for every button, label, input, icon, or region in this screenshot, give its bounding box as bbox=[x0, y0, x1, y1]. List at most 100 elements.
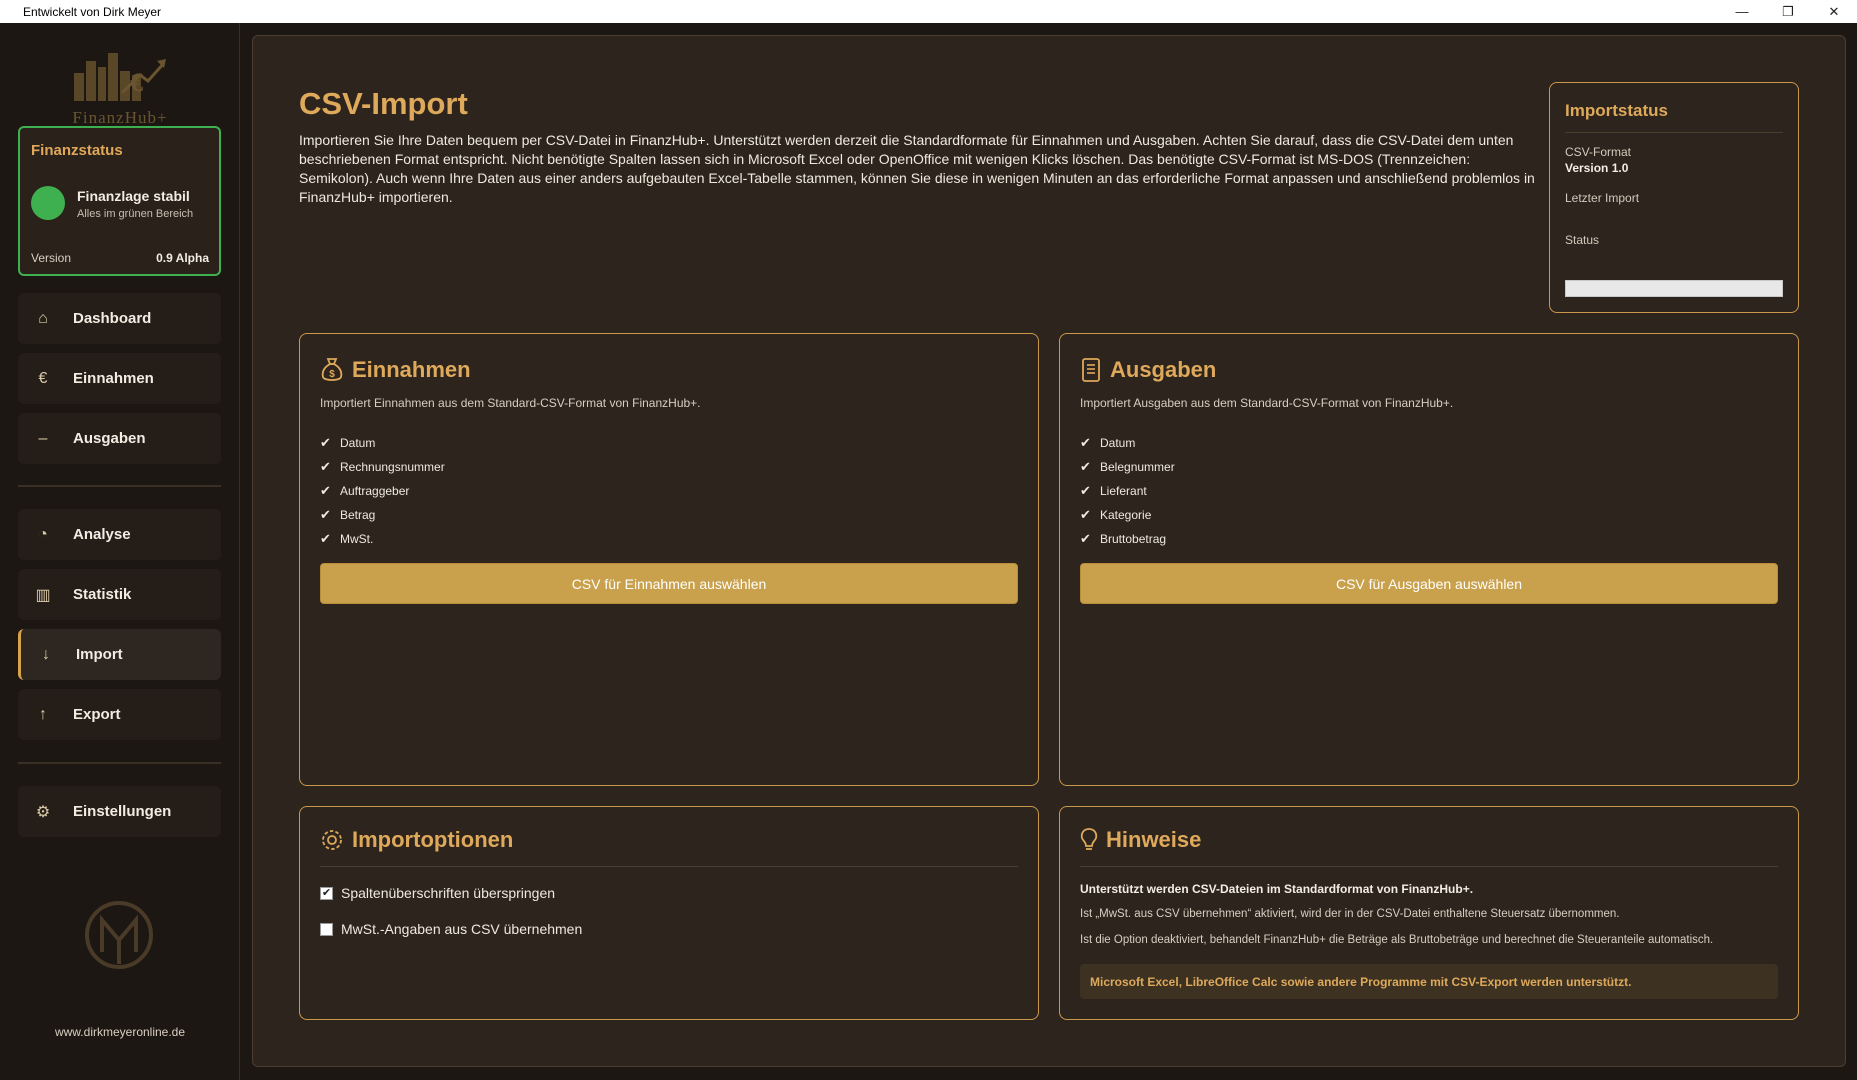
nav-einstellungen[interactable]: ⚙ Einstellungen bbox=[18, 786, 221, 837]
home-icon: ⌂ bbox=[38, 309, 48, 327]
check-icon: ✔ bbox=[320, 531, 331, 546]
version-value: 0.9 Alpha bbox=[156, 251, 209, 265]
hint-highlight: Microsoft Excel, LibreOffice Calc sowie … bbox=[1080, 964, 1778, 999]
nav-einnahmen[interactable]: € Einnahmen bbox=[18, 353, 221, 404]
list-item: ✔ Datum bbox=[320, 431, 445, 455]
einnahmen-card: $ Einnahmen Importiert Einnahmen aus dem… bbox=[299, 333, 1039, 786]
money-bag-icon: $ bbox=[321, 358, 343, 381]
list-item: ✔ Lieferant bbox=[1080, 479, 1175, 503]
field-label: Kategorie bbox=[1100, 508, 1152, 522]
list-item: ✔ Kategorie bbox=[1080, 503, 1175, 527]
list-item: ✔ Belegnummer bbox=[1080, 455, 1175, 479]
hint-line: Unterstützt werden CSV-Dateien im Standa… bbox=[1080, 882, 1474, 896]
intro-text: Importieren Sie Ihre Daten bequem per CS… bbox=[299, 132, 1535, 205]
finanzhub-logo: € FinanzHub+ bbox=[60, 45, 180, 130]
check-icon: ✔ bbox=[1080, 459, 1091, 474]
check-icon: ✔ bbox=[1080, 531, 1091, 546]
ausgaben-title: Ausgaben bbox=[1080, 357, 1216, 383]
hinweise-card: Hinweise Unterstützt werden CSV-Dateien … bbox=[1059, 806, 1799, 1020]
list-item: ✔ MwSt. bbox=[320, 527, 445, 551]
vat-from-csv-option[interactable]: MwSt.-Angaben aus CSV übernehmen bbox=[320, 921, 582, 937]
logo-graphic-icon: € bbox=[74, 53, 166, 101]
card-divider bbox=[1565, 132, 1783, 133]
check-icon: ✔ bbox=[320, 459, 331, 474]
ausgaben-title-text: Ausgaben bbox=[1110, 357, 1217, 382]
nav-divider bbox=[18, 485, 221, 487]
nav-label: Dashboard bbox=[73, 310, 152, 327]
field-label: Datum bbox=[340, 436, 376, 450]
check-icon: ✔ bbox=[1080, 435, 1091, 450]
importoptionen-title: Importoptionen bbox=[320, 827, 513, 853]
finanzstatus-sub: Alles im grünen Bereich bbox=[77, 208, 194, 220]
list-item: ✔ Auftraggeber bbox=[320, 479, 445, 503]
nav-export[interactable]: ↑ Export bbox=[18, 689, 221, 740]
finanzstatus-main: Finanzlage stabil bbox=[77, 188, 190, 204]
einnahmen-description: Importiert Einnahmen aus dem Standard-CS… bbox=[320, 396, 701, 410]
minus-icon: – bbox=[38, 429, 48, 447]
nav-analyse[interactable]: ◔ Analyse bbox=[18, 509, 221, 560]
importstatus-card: Importstatus CSV-Format Version 1.0 Letz… bbox=[1549, 82, 1799, 313]
list-item: ✔ Rechnungsnummer bbox=[320, 455, 445, 479]
hint-line: Ist „MwSt. aus CSV übernehmen“ aktiviert… bbox=[1080, 908, 1620, 920]
ausgaben-field-list: ✔ Datum ✔ Belegnummer ✔ Lieferant ✔ Kategori… bbox=[1080, 431, 1175, 551]
nav-label: Import bbox=[76, 646, 123, 663]
vat-from-csv-checkbox[interactable] bbox=[320, 922, 333, 936]
card-divider bbox=[320, 866, 1018, 867]
page-title: CSV-Import bbox=[299, 86, 468, 121]
check-icon: ✔ bbox=[1080, 507, 1091, 522]
csv-format-value: Version 1.0 bbox=[1565, 161, 1629, 175]
skip-headers-checkbox[interactable]: ✔ bbox=[320, 886, 333, 900]
nav-ausgaben[interactable]: – Ausgaben bbox=[18, 413, 221, 464]
field-label: Auftraggeber bbox=[340, 484, 410, 498]
nav-statistik[interactable]: ▥ Statistik bbox=[18, 569, 221, 620]
einnahmen-field-list: ✔ Datum ✔ Rechnungsnummer ✔ Auftraggeber ✔ B… bbox=[320, 431, 445, 551]
card-divider bbox=[1080, 866, 1778, 867]
field-label: Rechnungsnummer bbox=[340, 460, 445, 474]
last-import-label: Letzter Import bbox=[1565, 191, 1640, 205]
skip-headers-option[interactable]: ✔ Spaltenüberschriften überspringen bbox=[320, 885, 555, 901]
sidebar: € FinanzHub+ Finanzstatus Finanzlage sta… bbox=[0, 23, 240, 1080]
close-button[interactable]: ✕ bbox=[1811, 0, 1857, 23]
field-label: Belegnummer bbox=[1100, 460, 1175, 474]
minimize-button[interactable]: — bbox=[1719, 0, 1765, 23]
svg-text:$: $ bbox=[329, 369, 335, 380]
nav-label: Ausgaben bbox=[73, 430, 146, 447]
select-ausgaben-csv-button[interactable]: CSV für Ausgaben auswählen bbox=[1080, 563, 1778, 604]
field-label: Bruttobetrag bbox=[1100, 532, 1167, 546]
field-label: Datum bbox=[1100, 436, 1136, 450]
option-label: MwSt.-Angaben aus CSV übernehmen bbox=[341, 921, 583, 937]
logo-text: FinanzHub+ bbox=[72, 108, 168, 127]
nav-dashboard[interactable]: ⌂ Dashboard bbox=[18, 293, 221, 344]
check-icon: ✔ bbox=[320, 435, 331, 450]
arrow-up-icon: ↑ bbox=[39, 705, 47, 723]
nav-import[interactable]: ↓ Import bbox=[18, 629, 221, 680]
pie-chart-icon: ◔ bbox=[38, 525, 48, 543]
arrow-down-icon: ↓ bbox=[42, 645, 50, 663]
main-panel: CSV-Import Importieren Sie Ihre Daten be… bbox=[252, 35, 1846, 1067]
nav-divider bbox=[18, 762, 221, 764]
csv-format-label: CSV-Format bbox=[1565, 145, 1632, 159]
list-item: ✔ Bruttobetrag bbox=[1080, 527, 1175, 551]
einnahmen-title: $ Einnahmen bbox=[320, 357, 471, 383]
hinweise-title-text: Hinweise bbox=[1106, 827, 1202, 852]
status-indicator-icon bbox=[31, 186, 65, 220]
gear-icon: ⚙ bbox=[35, 803, 51, 821]
einnahmen-title-text: Einnahmen bbox=[352, 357, 471, 382]
gear-icon bbox=[322, 830, 342, 850]
field-label: Lieferant bbox=[1100, 484, 1147, 498]
nav-label: Statistik bbox=[73, 586, 132, 603]
website-link[interactable]: www.dirkmeyeronline.de bbox=[0, 1025, 240, 1039]
list-item: ✔ Betrag bbox=[320, 503, 445, 527]
importstatus-title: Importstatus bbox=[1565, 101, 1668, 120]
importoptionen-title-text: Importoptionen bbox=[352, 827, 514, 852]
option-label: Spaltenüberschriften überspringen bbox=[341, 885, 556, 901]
import-progress-bar bbox=[1565, 280, 1783, 297]
euro-icon: € bbox=[38, 369, 48, 387]
importoptionen-card: Importoptionen ✔ Spaltenüberschriften üb… bbox=[299, 806, 1039, 1020]
hinweise-title: Hinweise bbox=[1080, 827, 1201, 853]
field-label: Betrag bbox=[340, 508, 376, 522]
ausgaben-description: Importiert Ausgaben aus dem Standard-CSV… bbox=[1080, 396, 1454, 410]
finanzstatus-card: Finanzstatus Finanzlage stabil Alles im … bbox=[18, 126, 221, 276]
select-einnahmen-csv-button[interactable]: CSV für Einnahmen auswählen bbox=[320, 563, 1018, 604]
maximize-button[interactable]: ❐ bbox=[1765, 0, 1811, 23]
